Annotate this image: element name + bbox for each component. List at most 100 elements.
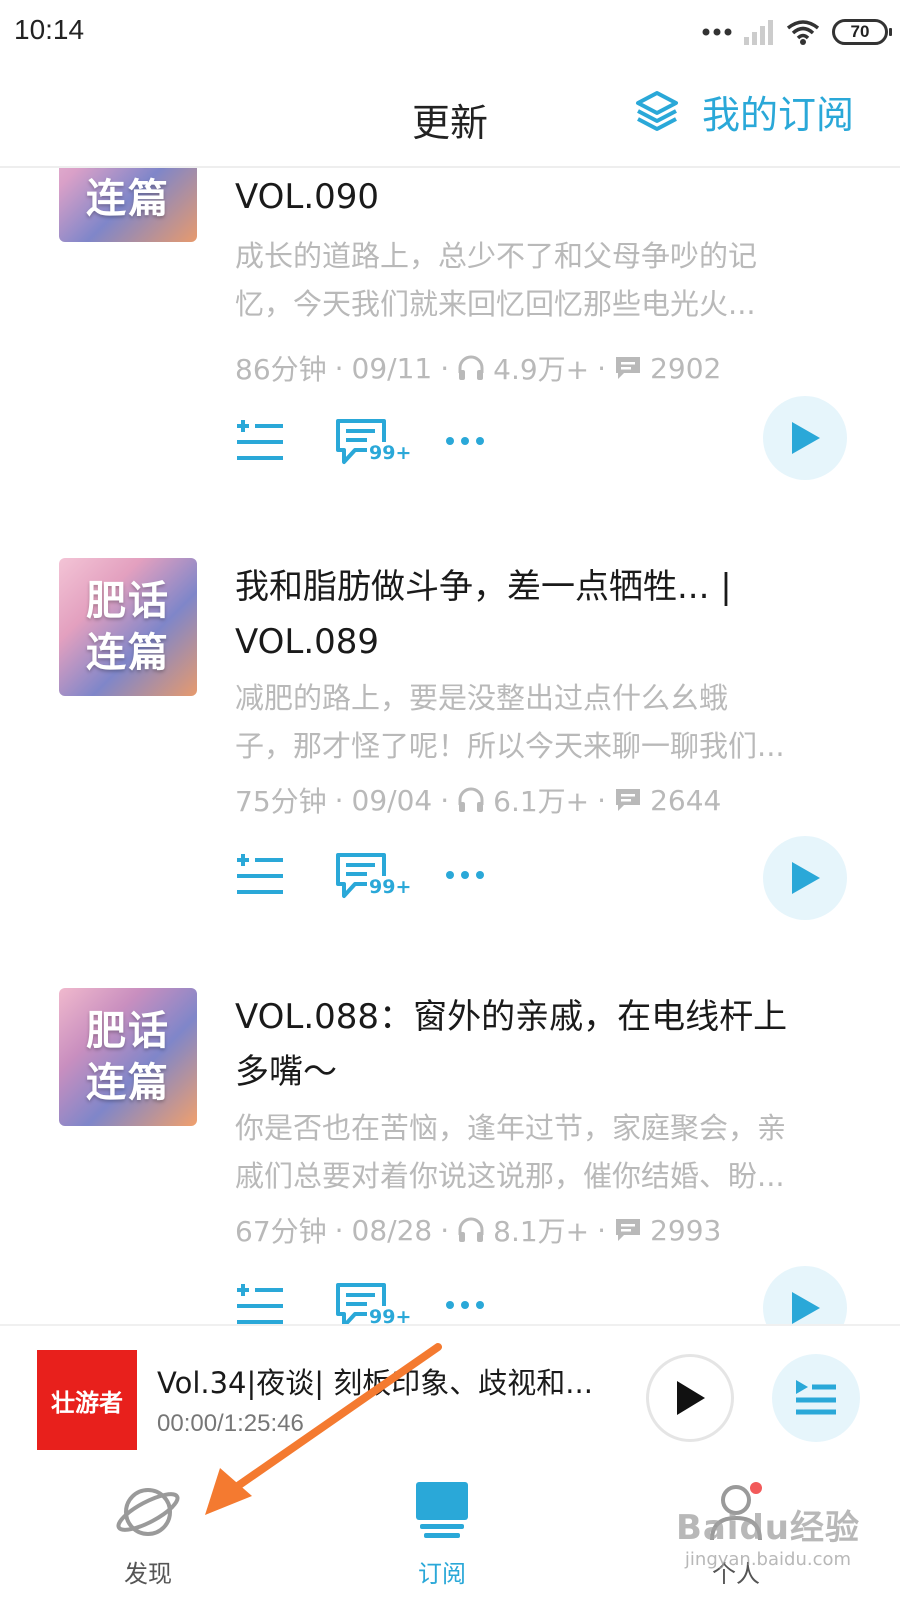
- date: 08/28: [351, 1213, 433, 1247]
- episode-cover[interactable]: 肥话 连篇: [59, 988, 197, 1126]
- watermark-url: jingyan.baidu.com: [684, 1549, 852, 1570]
- episode-actions: 99+: [235, 852, 835, 912]
- comments-button[interactable]: 99+: [335, 1282, 415, 1324]
- play-count: 6.1万+: [493, 785, 590, 818]
- episode-description: 你是否也在苦恼，逢年过节，家庭聚会，亲 戚们总要对着你说这说那，催你结婚、盼..…: [235, 1104, 835, 1200]
- cover-text-line: 肥话: [86, 578, 170, 624]
- date: 09/04: [351, 783, 433, 817]
- subscribe-stack-icon: [416, 1482, 468, 1538]
- episode-title[interactable]: 我和脂肪做斗争，差一点牺牲... | VOL.089: [235, 560, 835, 670]
- nav-item-discover[interactable]: 发现: [68, 1480, 228, 1589]
- my-subscriptions-button[interactable]: 我的订阅: [634, 84, 854, 139]
- battery-icon: 70: [832, 19, 892, 45]
- comment-count: 2644: [650, 783, 722, 817]
- date: 09/11: [351, 351, 433, 385]
- episode-meta: 67分钟 · 08/28 · 8.1万+ · 2993: [235, 1210, 835, 1250]
- cover-text-line: 连篇: [86, 176, 170, 222]
- comment-icon: [616, 1219, 641, 1241]
- episode-actions: 99+: [235, 1282, 835, 1324]
- play-count: 8.1万+: [493, 1215, 590, 1248]
- play-icon: [677, 1381, 705, 1415]
- signal-icon: [744, 20, 773, 45]
- mini-player[interactable]: 壮游者 Vol.34|夜谈| 刻板印象、歧视和... 00:00/1:25:46: [0, 1324, 900, 1468]
- episode-title-line: VOL.090: [235, 177, 380, 217]
- status-icons: 70: [702, 16, 892, 48]
- status-bar: 10:14 70: [0, 0, 900, 64]
- duration: 75分钟: [235, 785, 327, 818]
- comment-icon: [616, 789, 641, 811]
- planet-icon: [116, 1488, 180, 1536]
- status-time: 10:14: [14, 14, 85, 45]
- headphones-icon: [458, 355, 484, 380]
- watermark-brand: Baidu经验: [675, 1508, 860, 1548]
- episode-description: 成长的道路上，总少不了和父母争吵的记 忆，今天我们就来回忆回忆那些电光火...: [235, 232, 835, 328]
- episode-title-line: VOL.089: [235, 622, 380, 662]
- comment-badge: 99+: [367, 1306, 414, 1324]
- episode-title-line: VOL.088：窗外的亲戚，在电线杆上: [235, 997, 788, 1037]
- comment-count: 2902: [650, 351, 722, 385]
- comments-button[interactable]: 99+: [335, 418, 415, 474]
- episode-card[interactable]: 肥话 连篇 我和脂肪做斗争，差一点牺牲... | VOL.089 减肥的路上，要…: [0, 558, 900, 988]
- duration: 86分钟: [235, 353, 327, 386]
- comment-icon: [616, 357, 641, 379]
- play-icon: [792, 1292, 820, 1324]
- comments-button[interactable]: 99+: [335, 852, 415, 908]
- my-subscriptions-label: 我的订阅: [701, 93, 854, 137]
- nav-label: 发现: [124, 1560, 172, 1588]
- episode-meta: 75分钟 · 09/04 · 6.1万+ · 2644: [235, 780, 835, 820]
- play-button[interactable]: [763, 1266, 847, 1324]
- description-line: 你是否也在苦恼，逢年过节，家庭聚会，亲: [235, 1111, 787, 1145]
- header: 更新 我的订阅: [0, 64, 900, 168]
- episode-title[interactable]: VOL.088：窗外的亲戚，在电线杆上 多嘴～: [235, 990, 835, 1100]
- episode-title[interactable]: VOL.090: [235, 170, 835, 225]
- playlist-button[interactable]: [772, 1354, 860, 1442]
- add-to-playlist-icon[interactable]: [235, 1282, 285, 1324]
- battery-level: 70: [850, 22, 870, 41]
- now-playing-title[interactable]: Vol.34|夜谈| 刻板印象、歧视和...: [157, 1360, 617, 1402]
- episode-title-line: 我和脂肪做斗争，差一点牺牲... |: [235, 567, 732, 607]
- more-options-icon[interactable]: [445, 436, 485, 446]
- play-count: 4.9万+: [493, 353, 590, 386]
- play-icon: [792, 422, 820, 454]
- episode-card[interactable]: 肥话 连篇 VOL.088：窗外的亲戚，在电线杆上 多嘴～ 你是否也在苦恼，逢年…: [0, 988, 900, 1324]
- comment-count: 2993: [650, 1213, 722, 1247]
- episode-actions: 99+: [235, 418, 835, 478]
- more-options-icon[interactable]: [445, 870, 485, 880]
- episode-title-line: 多嘴～: [235, 1052, 337, 1092]
- episode-meta: 86分钟 · 09/11 · 4.9万+ · 2902: [235, 348, 835, 388]
- add-to-playlist-icon[interactable]: [235, 418, 285, 466]
- headphones-icon: [458, 787, 484, 812]
- more-dots-icon: [702, 28, 732, 36]
- now-playing-cover[interactable]: 壮游者: [37, 1350, 137, 1450]
- play-button[interactable]: [763, 836, 847, 920]
- duration: 67分钟: [235, 1215, 327, 1248]
- episode-feed[interactable]: 肥话 连篇 VOL.090 成长的道路上，总少不了和父母争吵的记 忆，今天我们就…: [0, 168, 900, 1324]
- cover-text-line: 连篇: [86, 630, 170, 676]
- cover-text-line: 连篇: [86, 1060, 170, 1106]
- comment-badge: 99+: [367, 442, 414, 464]
- wifi-icon: [786, 20, 820, 45]
- headphones-icon: [458, 1217, 484, 1242]
- watermark-logo: Baidu经验 jingyan.baidu.com: [676, 1500, 860, 1570]
- description-line: 忆，今天我们就来回忆回忆那些电光火...: [235, 287, 756, 321]
- mini-player-play-button[interactable]: [646, 1354, 734, 1442]
- description-line: 成长的道路上，总少不了和父母争吵的记: [235, 239, 758, 273]
- playlist-icon: [796, 1380, 836, 1415]
- episode-cover[interactable]: 肥话 连篇: [59, 558, 197, 696]
- description-line: 子，那才怪了呢！所以今天来聊一聊我们...: [235, 729, 785, 763]
- now-playing-cover-text: 壮游者: [51, 1388, 123, 1417]
- cover-text-line: 肥话: [86, 1008, 170, 1054]
- play-button[interactable]: [763, 396, 847, 480]
- layers-icon: [635, 90, 678, 131]
- now-playing-time: 00:00/1:25:46: [157, 1410, 304, 1437]
- nav-label: 订阅: [418, 1560, 466, 1588]
- nav-item-subscribe[interactable]: 订阅: [362, 1480, 522, 1589]
- play-icon: [792, 862, 820, 894]
- episode-cover[interactable]: 肥话 连篇: [59, 168, 197, 242]
- more-options-icon[interactable]: [445, 1300, 485, 1310]
- description-line: 减肥的路上，要是没整出过点什么幺蛾: [235, 681, 729, 715]
- episode-card[interactable]: 肥话 连篇 VOL.090 成长的道路上，总少不了和父母争吵的记 忆，今天我们就…: [0, 168, 900, 534]
- episode-description: 减肥的路上，要是没整出过点什么幺蛾 子，那才怪了呢！所以今天来聊一聊我们...: [235, 674, 835, 770]
- comment-badge: 99+: [367, 876, 414, 898]
- add-to-playlist-icon[interactable]: [235, 852, 285, 900]
